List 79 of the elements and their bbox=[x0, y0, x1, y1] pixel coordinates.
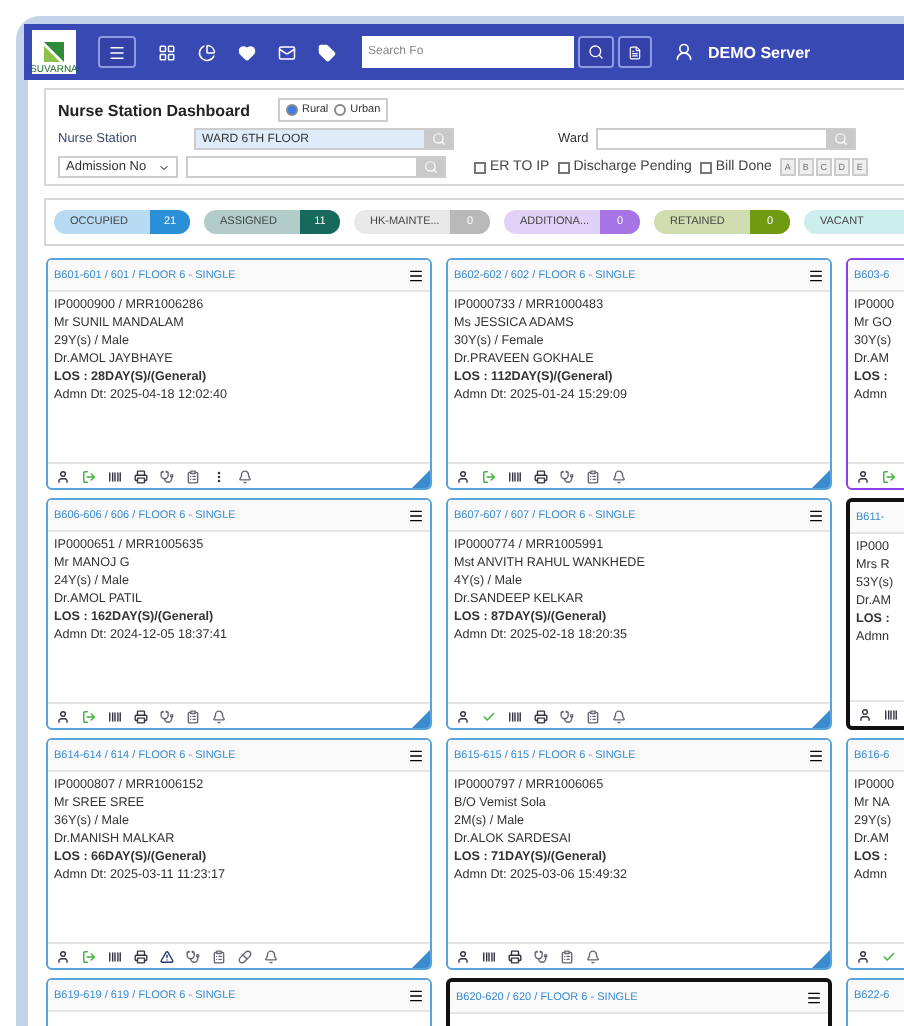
bell-icon[interactable] bbox=[586, 949, 600, 963]
more-icon[interactable] bbox=[212, 469, 226, 483]
barcode-icon[interactable] bbox=[108, 709, 122, 723]
warning-icon[interactable] bbox=[160, 949, 174, 963]
printer-icon[interactable] bbox=[134, 949, 148, 963]
printer-icon[interactable] bbox=[534, 709, 548, 723]
check-icon[interactable] bbox=[882, 949, 896, 963]
search-icon bbox=[588, 44, 604, 60]
menu-icon[interactable] bbox=[408, 267, 424, 283]
person-icon[interactable] bbox=[56, 949, 70, 963]
search-icon bbox=[833, 132, 848, 146]
bell-icon[interactable] bbox=[264, 949, 278, 963]
heart-icon[interactable] bbox=[238, 43, 256, 61]
grid-icon[interactable] bbox=[158, 43, 176, 61]
menu-icon[interactable] bbox=[408, 507, 424, 523]
page-title: Nurse Station Dashboard bbox=[58, 101, 251, 119]
person-icon[interactable] bbox=[456, 949, 470, 963]
bell-icon[interactable] bbox=[612, 709, 626, 723]
clipboard-icon[interactable] bbox=[586, 709, 600, 723]
document-icon bbox=[628, 45, 642, 59]
check-icon[interactable] bbox=[482, 709, 496, 723]
stethoscope-icon[interactable] bbox=[186, 949, 200, 963]
barcode-icon[interactable] bbox=[108, 949, 122, 963]
tag-icon[interactable] bbox=[318, 43, 336, 61]
bell-icon[interactable] bbox=[212, 709, 226, 723]
stethoscope-icon[interactable] bbox=[560, 469, 574, 483]
menu-icon bbox=[108, 43, 126, 61]
exit-icon[interactable] bbox=[82, 949, 96, 963]
exit-icon[interactable] bbox=[482, 469, 496, 483]
barcode-icon[interactable] bbox=[884, 707, 898, 721]
person-icon[interactable] bbox=[456, 709, 470, 723]
person-icon[interactable] bbox=[56, 469, 70, 483]
mail-icon[interactable] bbox=[278, 43, 296, 61]
barcode-icon[interactable] bbox=[482, 949, 496, 963]
person-icon[interactable] bbox=[856, 469, 870, 483]
menu-icon[interactable] bbox=[806, 989, 822, 1005]
printer-icon[interactable] bbox=[134, 469, 148, 483]
clipboard-icon[interactable] bbox=[212, 949, 226, 963]
pie-chart-icon[interactable] bbox=[198, 43, 216, 61]
clipboard-icon[interactable] bbox=[586, 469, 600, 483]
bell-icon[interactable] bbox=[612, 469, 626, 483]
search-icon bbox=[423, 160, 437, 174]
barcode-icon[interactable] bbox=[508, 709, 522, 723]
exit-icon[interactable] bbox=[82, 709, 96, 723]
clipboard-icon[interactable] bbox=[560, 949, 574, 963]
user-icon[interactable] bbox=[674, 42, 694, 62]
menu-icon[interactable] bbox=[808, 267, 824, 283]
printer-icon[interactable] bbox=[534, 469, 548, 483]
ward-field[interactable] bbox=[596, 128, 857, 150]
search-icon bbox=[431, 132, 445, 146]
menu-icon[interactable] bbox=[408, 987, 424, 1003]
barcode-icon[interactable] bbox=[508, 469, 522, 483]
logo-icon bbox=[40, 38, 68, 66]
person-icon[interactable] bbox=[858, 707, 872, 721]
stethoscope-icon[interactable] bbox=[534, 949, 548, 963]
stethoscope-icon[interactable] bbox=[560, 709, 574, 723]
person-icon[interactable] bbox=[56, 709, 70, 723]
barcode-icon[interactable] bbox=[108, 469, 122, 483]
person-icon[interactable] bbox=[856, 949, 870, 963]
document-button[interactable] bbox=[618, 36, 652, 68]
pill-icon[interactable] bbox=[238, 949, 252, 963]
menu-icon[interactable] bbox=[808, 747, 824, 763]
search-button[interactable] bbox=[578, 36, 614, 68]
clipboard-icon[interactable] bbox=[186, 469, 200, 483]
menu-icon[interactable] bbox=[408, 747, 424, 763]
clipboard-icon[interactable] bbox=[186, 709, 200, 723]
exit-icon[interactable] bbox=[882, 469, 896, 483]
stethoscope-icon[interactable] bbox=[160, 709, 174, 723]
admission-field[interactable] bbox=[186, 156, 446, 178]
printer-icon[interactable] bbox=[134, 709, 148, 723]
menu-icon[interactable] bbox=[808, 507, 824, 523]
bell-icon[interactable] bbox=[238, 469, 252, 483]
exit-icon[interactable] bbox=[82, 469, 96, 483]
printer-icon[interactable] bbox=[508, 949, 522, 963]
person-icon[interactable] bbox=[456, 469, 470, 483]
menu-button[interactable] bbox=[98, 36, 136, 68]
stethoscope-icon[interactable] bbox=[160, 469, 174, 483]
chevron-icon bbox=[158, 161, 170, 173]
server-name: DEMO Server bbox=[708, 43, 811, 61]
